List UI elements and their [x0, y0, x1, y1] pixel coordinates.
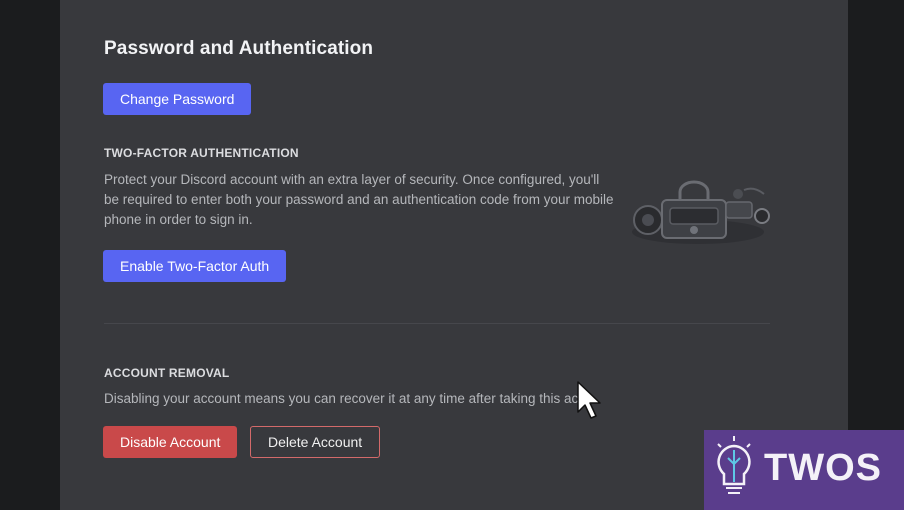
2fa-lock-illustration-icon: [632, 180, 770, 244]
account-removal-description: Disabling your account means you can rec…: [104, 391, 585, 406]
left-backdrop: [0, 0, 60, 510]
watermark-text: TWOS: [764, 447, 882, 489]
two-factor-description-line-3: phone in order to sign in.: [104, 212, 253, 227]
lightbulb-icon: [717, 436, 751, 494]
two-factor-heading: TWO-FACTOR AUTHENTICATION: [104, 146, 299, 160]
two-factor-description-line-1: Protect your Discord account with an ext…: [104, 172, 600, 187]
account-removal-heading: ACCOUNT REMOVAL: [104, 366, 230, 380]
two-factor-description-line-2: be required to enter both your password …: [104, 192, 614, 207]
page-title: Password and Authentication: [104, 38, 374, 59]
disable-account-button[interactable]: Disable Account: [103, 426, 238, 458]
enable-two-factor-button[interactable]: Enable Two-Factor Auth: [103, 250, 287, 282]
mouse-cursor-icon: [577, 381, 601, 419]
section-divider: [104, 323, 770, 324]
delete-account-button[interactable]: Delete Account: [250, 426, 381, 458]
change-password-button[interactable]: Change Password: [103, 83, 252, 115]
